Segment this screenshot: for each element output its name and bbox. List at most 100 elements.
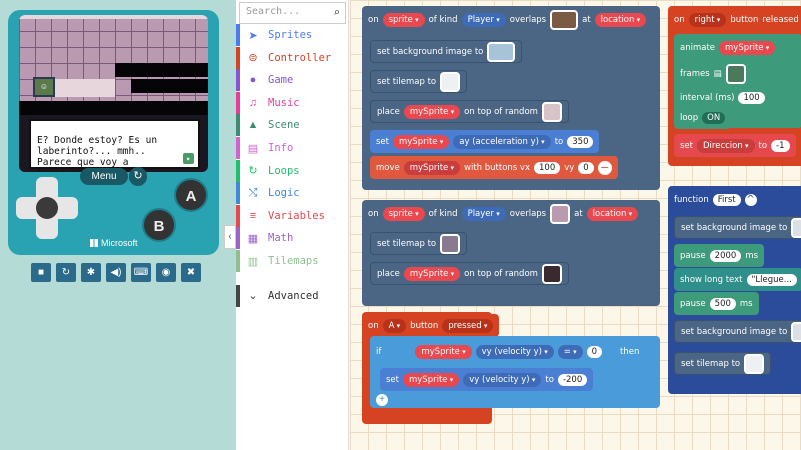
vx-input[interactable]: 100 [534,161,561,174]
animate-block[interactable]: animate mySprite frames ▤ interval (ms) … [674,34,801,129]
toolbox-category-scene[interactable]: ▲ Scene [236,114,349,137]
restart-icon[interactable]: ↻ [129,167,147,186]
sprite-variable[interactable]: mySprite [403,160,461,175]
keyboard-icon[interactable]: ⌨ [131,263,151,282]
function-name-input[interactable]: First [712,193,741,206]
toolbox-category-advanced[interactable]: ⌄ Advanced [236,284,349,307]
set-velocity-block[interactable]: set mySprite vy (velocity y) to -200 [380,368,594,391]
menu-button[interactable]: Menu [80,168,128,185]
variable-dropdown[interactable]: Direccion [697,138,755,153]
button-dropdown[interactable]: A [382,318,407,333]
property-dropdown[interactable]: vy (velocity y) [463,372,542,387]
toolbox-category-variables[interactable]: ≡ Variables [236,204,349,227]
pause-input[interactable]: 2000 [709,249,742,262]
property-dropdown[interactable]: vy (velocity y) [475,344,554,359]
tile-image-picker[interactable] [550,9,579,30]
overlap-event-block-2[interactable]: on sprite of kind Player overlaps at loc… [362,200,660,306]
sprite-variable[interactable]: mySprite [403,266,461,281]
set-background-block[interactable]: set background image to [370,40,523,63]
function-first-block[interactable]: function First ^ set background image to… [668,186,801,394]
on-right-released-block[interactable]: on right button released animate mySprit… [668,6,801,166]
toolbox-category-controller[interactable]: ⊜ Controller [236,46,349,69]
category-info-icon: ▤ [247,142,259,155]
stop-icon[interactable]: ■ [31,263,51,282]
show-long-text-block[interactable]: show long text "Llegue... [674,268,801,291]
tilemap-picker[interactable] [440,233,461,254]
toolbox-category-math[interactable]: ▦ Math [236,227,349,250]
property-dropdown[interactable]: ay (acceleration y) [453,134,551,149]
search-input[interactable]: Search... ⌕ [239,2,346,24]
interval-input[interactable]: 100 [738,91,765,104]
kind-dropdown[interactable]: Player [461,12,506,27]
toolbox-category-logic[interactable]: ⤭ Logic [236,182,349,205]
background-image-picker[interactable] [487,41,516,62]
loop-toggle[interactable]: ON [702,111,726,124]
collapse-icon[interactable]: ^ [744,193,757,206]
blocks-workspace[interactable]: on sprite of kind Player overlaps at loc… [350,0,801,450]
set-tilemap-block[interactable]: set tilemap to [370,232,468,255]
sprite-variable[interactable]: mySprite [403,372,460,387]
set-tilemap-block[interactable]: set tilemap to [370,70,468,93]
tile-image-picker[interactable] [550,203,571,224]
vy-input[interactable]: 0 [578,161,594,174]
value-input[interactable]: -1 [771,139,790,152]
set-tilemap-block[interactable]: set tilemap to [674,352,772,375]
tile-picker[interactable] [541,263,562,284]
location-variable[interactable]: location [586,206,639,221]
move-with-buttons-block[interactable]: move mySprite with buttons vx 100 vy 0 − [370,156,618,179]
kind-dropdown[interactable]: Player [461,206,506,221]
background-image-picker[interactable] [791,217,801,238]
toolbox-category-sprites[interactable]: ➤ Sprites [236,24,349,46]
tilemap-picker[interactable] [744,353,765,374]
location-variable[interactable]: location [594,12,647,27]
b-button[interactable]: B [142,208,176,242]
a-button[interactable]: A [174,178,208,212]
fullscreen-icon[interactable]: ✖ [181,263,201,282]
sound-icon[interactable]: ◀) [106,263,126,282]
set-background-block[interactable]: set background image to [674,320,801,343]
add-else-icon[interactable]: + [376,394,388,406]
value-input[interactable]: 350 [567,135,594,148]
set-variable-block[interactable]: set Direccion to -1 [674,134,796,157]
toolbox-category-game[interactable]: ● Game [236,69,349,92]
compare-value-input[interactable]: 0 [586,345,603,358]
tilemap-picker[interactable] [440,71,461,92]
sprite-variable[interactable]: mySprite [403,104,461,119]
place-block[interactable]: place mySprite on top of random [370,262,569,285]
button-dropdown[interactable]: right [688,12,727,27]
pause-block[interactable]: pause 2000 ms [674,244,765,267]
toolbox-category-loops[interactable]: ↻ Loops [236,159,349,182]
set-acceleration-block[interactable]: set mySprite ay (acceleration y) to 350 [370,130,600,153]
value-input[interactable]: -200 [557,373,588,386]
sprite-variable[interactable]: mySprite [719,40,776,55]
sprite-variable[interactable]: mySprite [393,134,450,149]
set-background-block[interactable]: set background image to [674,216,801,239]
operator-dropdown[interactable]: = [557,344,583,359]
sprite-dropdown[interactable]: sprite [382,12,425,27]
game-screen[interactable]: ☺ E? Donde estoy? Es un laberinto?... mm… [19,15,208,172]
sprite-dropdown[interactable]: sprite [382,206,425,221]
restart-icon[interactable]: ↻ [56,263,76,282]
debug-icon[interactable]: ✱ [81,263,101,282]
search-icon[interactable]: ⌕ [333,6,340,19]
sprite-variable[interactable]: mySprite [415,344,472,359]
toolbox-category-info[interactable]: ▤ Info [236,137,349,159]
collapse-simulator-button[interactable]: ‹ [224,225,236,249]
pause-input[interactable]: 500 [709,297,736,310]
overlap-event-block-1[interactable]: on sprite of kind Player overlaps at loc… [362,6,660,190]
minus-icon[interactable]: − [597,160,612,175]
brand-label: Microsoft [101,238,138,248]
dialog-continue-icon[interactable]: ▸ [183,153,194,164]
toolbox-category-tilemaps[interactable]: ▥ Tilemaps [236,250,349,272]
toolbox-category-music[interactable]: ♫ Music [236,91,349,114]
place-block[interactable]: place mySprite on top of random [370,100,569,123]
text-input[interactable]: "Llegue... [746,273,797,286]
frames-picker[interactable] [725,63,746,84]
event-dropdown[interactable]: pressed [442,318,494,333]
dpad[interactable] [16,177,78,239]
background-image-picker[interactable] [791,321,801,342]
if-block[interactable]: if mySprite vy (velocity y) = 0 then set… [370,336,660,408]
tile-picker[interactable] [541,101,562,122]
pause-block[interactable]: pause 500 ms [674,292,759,315]
screenshot-icon[interactable]: ◉ [156,263,176,282]
